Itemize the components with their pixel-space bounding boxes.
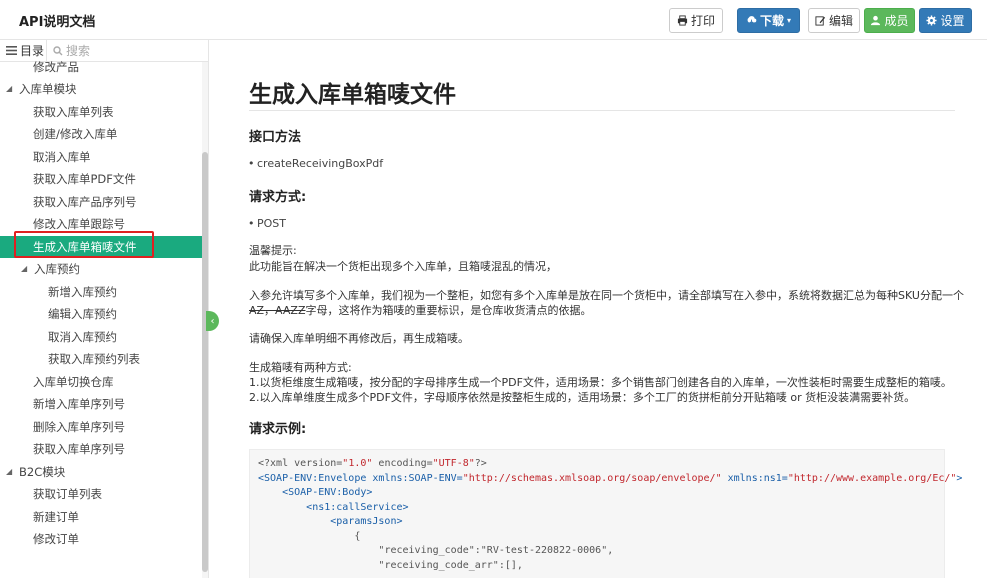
para-input-note-rest: 字母，这将作为箱唛的重要标识，是仓库收货清点的依据。 <box>305 304 592 317</box>
caret-down-icon: ◢ <box>6 84 13 93</box>
tip-label: 温馨提示: <box>249 244 297 257</box>
sidebar-item[interactable]: 新增入库单序列号 <box>0 393 202 415</box>
members-label: 成员 <box>884 14 909 28</box>
tip-text: 此功能旨在解决一个货柜出现多个入库单，且箱唛混乱的情况， <box>249 260 557 273</box>
mode-2: 2.以入库单维度生成多个PDF文件，字母顺序依然是按整柜生成的，适用场景：多个工… <box>249 391 916 404</box>
search-icon <box>53 45 63 55</box>
sidebar-item[interactable]: 获取入库单PDF文件 <box>0 168 202 190</box>
sidebar-item[interactable]: 获取入库单序列号 <box>0 438 202 460</box>
sidebar-item[interactable]: 获取订单列表 <box>0 483 202 505</box>
sidebar-item[interactable]: 获取入库产品序列号 <box>0 191 202 213</box>
settings-button[interactable]: 设置 <box>919 8 972 33</box>
sidebar-item[interactable]: 编辑入库预约 <box>0 303 202 325</box>
toc-tree: 修改产品 ◢ 入库单模块 获取入库单列表 创建/修改入库单 取消入库单 获取入库… <box>0 60 208 572</box>
sidebar-item[interactable]: 修改订单 <box>0 528 202 550</box>
highlight-annotation <box>14 231 154 258</box>
sidebar-item[interactable]: 取消入库单 <box>0 146 202 168</box>
code-block: <?xml version="1.0" encoding="UTF-8"?> <… <box>249 449 963 578</box>
sidebar-item[interactable]: 入库单切换仓库 <box>0 371 202 393</box>
strike-text: AZ，AAZZ <box>249 304 306 317</box>
code-line: { <box>354 530 361 542</box>
sidebar-item[interactable]: 新建订单 <box>0 506 202 528</box>
sidebar-group-receiving[interactable]: ◢ 入库单模块 <box>0 78 202 100</box>
gear-icon <box>926 15 938 26</box>
code-line: <paramsJson> <box>330 516 403 527</box>
para-input-note: 入参允许填写多个入库单，我们视为一个整柜，如您有多个入库单是放在同一个货柜中，请… <box>249 288 969 318</box>
example-heading: 请求示例: <box>249 422 307 437</box>
app-title: API说明文档 <box>19 15 96 30</box>
code-line: <ns1:callService> <box>306 501 409 513</box>
settings-label: 设置 <box>940 14 965 28</box>
code-line: <SOAP-ENV:Body> <box>282 487 373 498</box>
code-line: "receiving_code_arr":[], <box>378 559 523 571</box>
modes-label: 生成箱唛有两种方式: <box>249 361 352 374</box>
sidebar-item[interactable]: 创建/修改入库单 <box>0 123 202 145</box>
download-button[interactable]: 下载 ▾ <box>737 8 800 33</box>
sidebar-scrollbar-thumb[interactable] <box>202 152 208 572</box>
caret-down-icon: ▾ <box>787 16 792 25</box>
print-button[interactable]: 打印 <box>669 8 723 33</box>
list-icon <box>6 46 17 55</box>
members-button[interactable]: 成员 <box>864 8 915 33</box>
sidebar-item[interactable]: 获取入库预约列表 <box>0 348 202 370</box>
sidebar-item[interactable]: 取消入库预约 <box>0 326 202 348</box>
caret-down-icon: ◢ <box>21 264 28 273</box>
sidebar-item[interactable]: 修改产品 <box>0 56 202 78</box>
printer-icon <box>677 15 688 26</box>
sidebar-group-b2c[interactable]: ◢ B2C模块 <box>0 461 202 483</box>
print-label: 打印 <box>690 14 715 28</box>
request-heading: 请求方式: <box>249 190 307 205</box>
page-title: 生成入库单箱唛文件 <box>249 82 456 108</box>
para-input-note-line2: AZ，AAZZ字母，这将作为箱唛的重要标识，是仓库收货清点的依据。 <box>249 303 969 318</box>
sidebar-item[interactable]: 获取入库单列表 <box>0 101 202 123</box>
mode-1: 1.以货柜维度生成箱唛，按分配的字母排序生成一个PDF文件，适用场景：多个销售部… <box>249 376 952 389</box>
user-icon <box>871 15 881 26</box>
cloud-download-icon <box>747 16 757 24</box>
para-input-note-line1: 入参允许填写多个入库单，我们视为一个整柜，如您有多个入库单是放在同一个货柜中，请… <box>249 289 964 302</box>
method-heading: 接口方法 <box>249 130 302 145</box>
edit-label: 编辑 <box>828 14 853 28</box>
sidebar-item[interactable]: 新增入库预约 <box>0 281 202 303</box>
edit-button[interactable]: 编辑 <box>808 8 860 33</box>
request-value: POST <box>248 217 286 230</box>
method-value: createReceivingBoxPdf <box>248 157 383 170</box>
sidebar: 目录 搜索 修改产品 ◢ 入库单模块 获取入库单列表 创建/修改入库单 取消入库… <box>0 40 209 578</box>
edit-icon <box>815 16 826 26</box>
download-label: 下载 <box>759 14 784 28</box>
title-divider <box>249 110 955 111</box>
top-header: API说明文档 打印 下载 ▾ 编辑 成员 设置 <box>0 0 987 40</box>
sidebar-group-reservation[interactable]: ◢ 入库预约 <box>0 258 202 280</box>
doc-content: 生成入库单箱唛文件 接口方法 createReceivingBoxPdf 请求方… <box>210 40 987 578</box>
code-line: <?xml version="1.0" encoding="UTF-8"?> <box>258 458 487 469</box>
para-ensure: 请确保入库单明细不再修改后，再生成箱唛。 <box>249 332 469 345</box>
code-line: <SOAP-ENV:Envelope xmlns:SOAP-ENV="http:… <box>258 472 963 484</box>
sidebar-item[interactable]: 删除入库单序列号 <box>0 416 202 438</box>
caret-down-icon: ◢ <box>6 467 13 476</box>
code-line: "receiving_code":"RV-test-220822-0006", <box>378 545 614 556</box>
